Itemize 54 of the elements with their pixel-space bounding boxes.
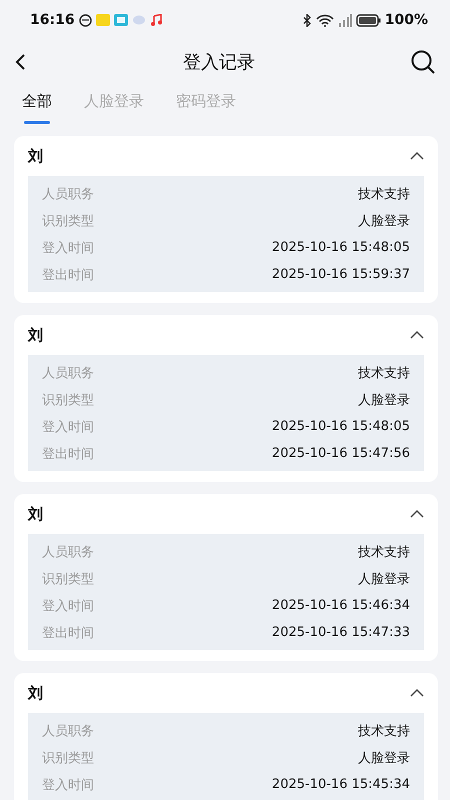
field-label: 登入时间 [42,240,94,256]
person-name: 刘 [28,504,43,524]
signal-icon [338,14,352,26]
field-label: 人员职务 [42,722,94,740]
collapse-button[interactable] [410,331,424,339]
app-icon [96,14,110,26]
field-value: 技术支持 [358,364,410,382]
field-label: 登出时间 [42,446,94,462]
field-value: 人脸登录 [358,570,410,588]
app-icon [114,14,128,26]
music-icon [150,14,162,26]
app-icon [132,14,146,26]
field-value: 技术支持 [358,544,410,560]
field-value: 2025-10-16 15:46:34 [272,598,410,613]
field-label: 登入时间 [42,776,94,794]
battery-level: 100% [384,12,428,28]
search-button[interactable] [410,49,436,75]
field-label: 人员职务 [42,544,94,560]
app-icon [78,14,92,26]
person-name: 刘 [28,684,43,702]
field-value: 2025-10-16 15:48:05 [272,240,410,255]
page-title: 登入记录 [183,51,255,74]
tab[interactable]: 人脸登录 [84,84,144,130]
collapse-button[interactable] [410,689,424,697]
field-label: 人员职务 [42,364,94,382]
wifi-icon [316,14,334,26]
clock-time: 16:16 [30,12,75,28]
field-label: 登入时间 [42,598,94,614]
field-value: 技术支持 [358,722,410,740]
field-value: 2025-10-16 15:47:56 [272,446,410,461]
field-value: 2025-10-16 15:59:37 [272,267,410,282]
field-label: 登出时间 [42,266,94,284]
field-label: 登入时间 [42,418,94,436]
field-value: 2025-10-16 15:45:34 [272,777,410,792]
person-name: 刘 [28,146,43,166]
collapse-button[interactable] [410,152,424,160]
field-label: 识别类型 [42,570,94,588]
field-value: 技术支持 [358,186,410,202]
field-value: 2025-10-16 15:47:33 [272,625,410,640]
collapse-button[interactable] [410,510,424,518]
battery-icon [356,14,381,26]
person-name: 刘 [28,326,43,344]
field-label: 识别类型 [42,392,94,408]
field-label: 人员职务 [42,186,94,202]
field-value: 2025-10-16 15:48:05 [272,419,410,434]
field-label: 登出时间 [42,624,94,642]
field-value: 人脸登录 [358,750,410,766]
tab[interactable]: 全部 [22,84,52,130]
field-label: 识别类型 [42,212,94,230]
field-label: 识别类型 [42,750,94,766]
tab[interactable]: 密码登录 [176,84,236,130]
field-value: 人脸登录 [358,212,410,230]
field-value: 人脸登录 [358,392,410,408]
bluetooth-icon [302,14,312,26]
